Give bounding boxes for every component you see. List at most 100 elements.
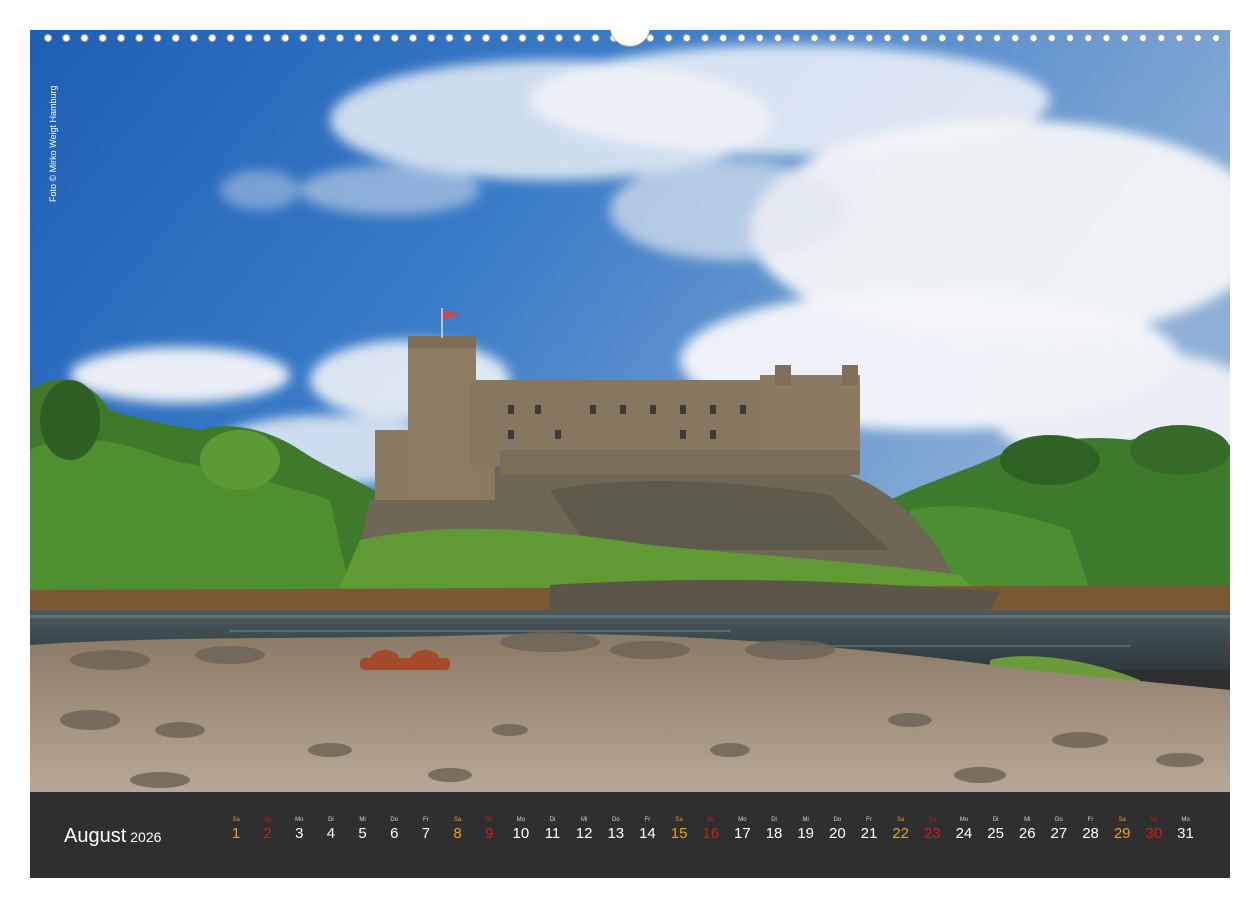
weekday-label: Sa: [453, 817, 462, 823]
weekday-label: Di: [549, 817, 556, 823]
weekday-label: So: [1150, 817, 1158, 823]
day-number: 15: [670, 825, 688, 842]
day-cell: Do 13: [600, 816, 632, 843]
day-number: 19: [797, 825, 815, 842]
weekday-label: Sa: [896, 817, 905, 823]
day-cell: Mo 10: [505, 816, 537, 843]
photo-illustration: [30, 30, 1230, 792]
day-number: 12: [575, 825, 593, 842]
day-cell: Mo 17: [726, 816, 758, 843]
day-number: 31: [1177, 825, 1194, 842]
calendar-bar: August 2026 Sa 1 So 2 Mo 3 Di 4 Mi 5 Do 6 Fr 7 Sa 8 So 9 Mo…: [30, 792, 1230, 878]
day-cell: Do 20: [821, 816, 853, 843]
day-cell: Di 18: [758, 816, 790, 843]
day-number: 26: [1018, 825, 1036, 842]
weekday-label: Mo: [1181, 817, 1190, 823]
weekday-label: Do: [1055, 817, 1063, 823]
weekday-label: Mi: [580, 817, 588, 823]
year: 2026: [130, 829, 162, 845]
day-cell: Di 4: [315, 816, 347, 843]
day-number: 4: [326, 825, 336, 842]
day-number: 17: [734, 825, 751, 842]
weekday-label: Sa: [675, 817, 683, 823]
day-number: 27: [1050, 825, 1068, 842]
weekday-label: Mi: [359, 817, 366, 823]
weekday-label: Mo: [959, 817, 969, 823]
weekday-label: So: [485, 817, 493, 823]
day-cell: Mo 3: [283, 816, 315, 843]
weekday-label: Mo: [516, 817, 526, 823]
day-number: 20: [829, 825, 846, 842]
weekday-label: Fr: [644, 817, 651, 823]
day-number: 9: [485, 825, 494, 842]
weekday-label: Di: [771, 817, 777, 823]
day-cell: Mo 31: [1170, 816, 1202, 843]
day-cell: Sa 8: [442, 816, 474, 843]
day-number: 30: [1145, 825, 1163, 842]
day-number: 23: [923, 825, 941, 842]
day-cell: Fr 21: [853, 816, 885, 843]
weekday-label: So: [707, 817, 715, 823]
month-name: August: [64, 825, 127, 847]
day-cell: Di 11: [537, 816, 569, 843]
day-cell: So 2: [252, 816, 284, 843]
month-label: August 2026: [64, 825, 161, 848]
day-number: 6: [390, 825, 399, 842]
spiral-binding: [30, 24, 1230, 46]
day-cell: So 23: [916, 816, 948, 843]
day-cell: Do 6: [378, 816, 410, 843]
weekday-label: Sa: [232, 817, 240, 823]
photo-credit: Foto © Mirko Weigt Hamburg: [48, 85, 58, 203]
weekday-label: Mo: [738, 817, 747, 823]
day-number: 3: [295, 825, 304, 842]
day-cell: Mi 5: [347, 816, 379, 843]
day-cell: Di 25: [980, 816, 1012, 843]
day-cell: Mo 24: [948, 816, 980, 843]
day-number: 29: [1113, 825, 1131, 842]
day-cell: So 9: [473, 816, 505, 843]
castle-landscape-photo: Foto © Mirko Weigt Hamburg: [30, 30, 1230, 792]
day-number: 1: [231, 825, 241, 842]
calendar-page: Foto © Mirko Weigt Hamburg August 2026 Sa…: [30, 30, 1230, 878]
day-cell: So 30: [1138, 816, 1170, 843]
weekday-label: Fr: [1087, 817, 1094, 823]
weekday-label: So: [928, 817, 936, 823]
weekday-label: Do: [611, 817, 620, 823]
day-number: 7: [421, 825, 431, 842]
day-number: 21: [860, 825, 878, 842]
day-cell: Sa 22: [885, 816, 917, 843]
day-number: 13: [607, 825, 625, 842]
day-cell: Fr 14: [631, 816, 663, 843]
day-cell: Fr 28: [1075, 816, 1107, 843]
day-strip: Sa 1 So 2 Mo 3 Di 4 Mi 5 Do 6 Fr 7 Sa 8 So 9 Mo 10 Di 11 Mi 12 D…: [220, 816, 1200, 866]
day-cell: Mi 26: [1011, 816, 1043, 843]
weekday-label: Fr: [866, 817, 872, 823]
day-number: 5: [358, 825, 367, 842]
day-number: 22: [892, 825, 909, 842]
weekday-label: Di: [992, 817, 999, 823]
weekday-label: Mi: [802, 817, 809, 823]
weekday-label: Di: [328, 817, 334, 823]
day-number: 8: [453, 825, 462, 842]
day-number: 14: [639, 825, 656, 842]
day-cell: Do 27: [1043, 816, 1075, 843]
day-number: 18: [765, 825, 783, 842]
day-number: 11: [544, 825, 561, 842]
weekday-label: Do: [833, 817, 842, 823]
weekday-label: Sa: [1118, 817, 1126, 823]
weekday-label: So: [263, 817, 272, 823]
day-cell: Sa 15: [663, 816, 695, 843]
day-number: 28: [1082, 825, 1099, 842]
day-cell: So 16: [695, 816, 727, 843]
day-number: 16: [702, 825, 720, 842]
weekday-label: Mo: [295, 817, 304, 823]
weekday-label: Mi: [1024, 817, 1031, 823]
weekday-label: Do: [390, 817, 399, 823]
day-cell: Sa 29: [1106, 816, 1138, 843]
day-number: 24: [955, 825, 973, 842]
day-cell: Mi 19: [790, 816, 822, 843]
day-cell: Sa 1: [220, 816, 252, 843]
weekday-label: Fr: [423, 817, 429, 823]
day-number: 25: [987, 825, 1004, 842]
day-number: 2: [263, 825, 272, 842]
